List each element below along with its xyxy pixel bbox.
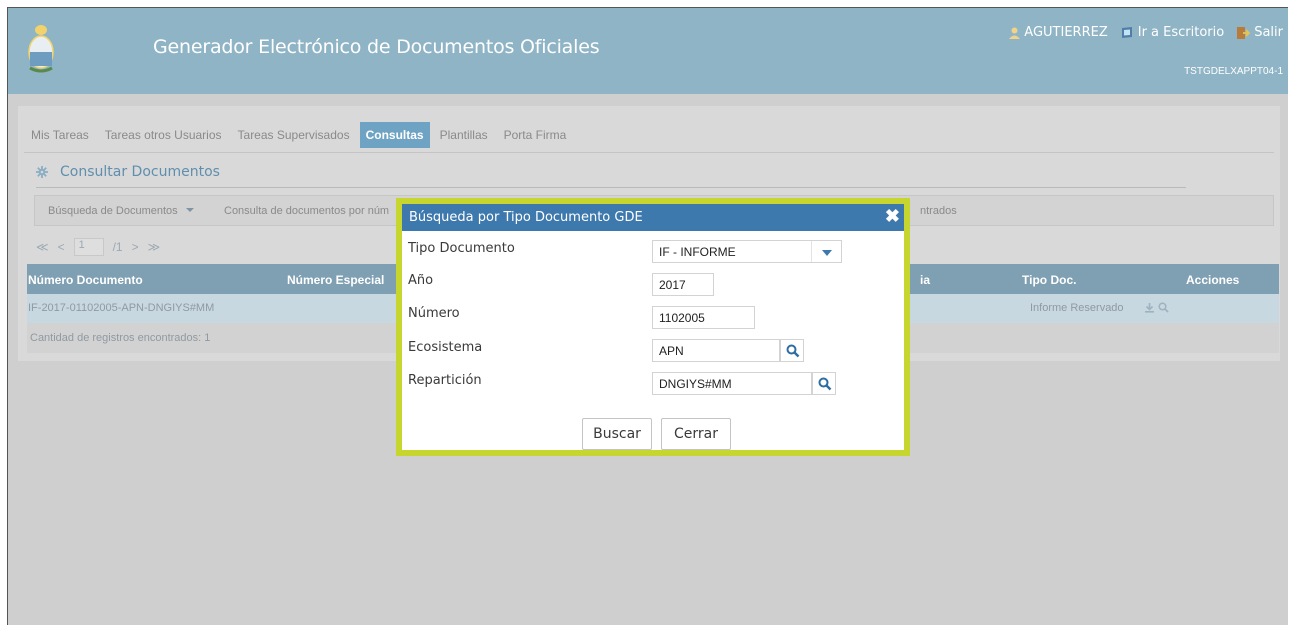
tab-divider (24, 152, 1274, 153)
salir-label: Salir (1254, 25, 1283, 40)
user-icon (1009, 27, 1021, 39)
cerrar-button[interactable]: Cerrar (661, 418, 731, 450)
reparticion-field[interactable]: DNGIYS#MM (652, 372, 812, 395)
tipo-documento-value: IF - INFORME (659, 245, 736, 259)
tab-porta-firma[interactable]: Porta Firma (498, 122, 573, 148)
dialog-header: Búsqueda por Tipo Documento GDE ✖ (402, 204, 904, 231)
dialog-body: Tipo Documento IF - INFORME Año 2017 Núm… (402, 231, 904, 450)
anio-field[interactable]: 2017 (652, 273, 714, 296)
row-numero-documento: IF-2017-01102005-APN-DNGIYS#MM (28, 302, 215, 314)
tab-consultas[interactable]: Consultas (359, 122, 430, 148)
next-page-button[interactable]: > (132, 240, 139, 254)
username: AGUTIERREZ (1024, 25, 1108, 40)
busqueda-dropdown[interactable]: Búsqueda de Documentos (48, 205, 195, 217)
escritorio-link[interactable]: Ir a Escritorio (1120, 25, 1224, 40)
row-tipo-doc: Informe Reservado (1030, 302, 1124, 314)
app-title: Generador Electrónico de Documentos Ofic… (153, 36, 600, 58)
section-header: Consultar Documentos (36, 164, 220, 180)
ecosistema-field[interactable]: APN (652, 339, 780, 362)
col-acciones: Acciones (1186, 273, 1240, 287)
search-icon (818, 377, 832, 391)
dialog-title: Búsqueda por Tipo Documento GDE (409, 210, 643, 225)
tab-plantillas[interactable]: Plantillas (434, 122, 494, 148)
anio-label: Año (408, 273, 434, 288)
desktop-icon (1121, 26, 1132, 38)
section-underline (36, 187, 1186, 188)
escritorio-label: Ir a Escritorio (1137, 25, 1225, 40)
pagination: ≪ < 1 /1 > ≫ (36, 238, 160, 256)
gear-icon (36, 166, 48, 178)
encontrados-link[interactable]: ntrados (920, 205, 957, 217)
consulta-numero-link[interactable]: Consulta de documentos por núm (224, 205, 389, 217)
app-header: Generador Electrónico de Documentos Ofic… (8, 8, 1288, 94)
tipo-documento-select[interactable]: IF - INFORME (652, 240, 842, 263)
salir-link[interactable]: Salir (1236, 25, 1283, 40)
caret-down-icon (185, 208, 194, 212)
prev-page-button[interactable]: < (58, 240, 65, 254)
search-icon (786, 344, 800, 358)
section-title: Consultar Documentos (60, 164, 220, 180)
first-page-button[interactable]: ≪ (36, 240, 49, 254)
hostname: TSTGDELXAPPT04-1 (1184, 66, 1283, 77)
row-actions (1144, 302, 1169, 316)
chevron-down-icon[interactable] (811, 241, 841, 262)
last-page-button[interactable]: ≫ (148, 240, 161, 254)
tab-bar: Mis Tareas Tareas otros Usuarios Tareas … (25, 122, 576, 148)
ecosistema-search-button[interactable] (780, 339, 804, 362)
search-icon[interactable] (1158, 302, 1169, 313)
col-numero-documento[interactable]: Número Documento (28, 273, 143, 287)
app-window: Generador Electrónico de Documentos Ofic… (7, 7, 1288, 625)
exit-icon (1237, 26, 1251, 39)
tab-tareas-supervisados[interactable]: Tareas Supervisados (232, 122, 356, 148)
close-icon[interactable]: ✖ (885, 207, 900, 225)
col-tipo-doc[interactable]: Tipo Doc. (1022, 273, 1076, 287)
numero-label: Número (408, 306, 460, 321)
user-link[interactable]: AGUTIERREZ (1009, 25, 1108, 40)
numero-field[interactable]: 1102005 (652, 306, 755, 329)
tipo-documento-label: Tipo Documento (408, 241, 515, 256)
busqueda-label: Búsqueda de Documentos (48, 205, 178, 217)
coat-of-arms-logo (28, 25, 54, 73)
tab-tareas-otros-usuarios[interactable]: Tareas otros Usuarios (99, 122, 228, 148)
records-count: Cantidad de registros encontrados: 1 (30, 332, 211, 344)
ecosistema-label: Ecosistema (408, 340, 483, 355)
reparticion-search-button[interactable] (812, 372, 836, 395)
user-links: AGUTIERREZ Ir a Escritorio Salir (1003, 25, 1283, 40)
download-icon[interactable] (1144, 302, 1155, 313)
buscar-button[interactable]: Buscar (582, 418, 652, 450)
col-partial[interactable]: ia (920, 273, 930, 287)
page-input[interactable]: 1 (73, 238, 104, 256)
col-numero-especial[interactable]: Número Especial (287, 273, 384, 287)
tab-mis-tareas[interactable]: Mis Tareas (25, 122, 95, 148)
busqueda-tipo-documento-dialog: Búsqueda por Tipo Documento GDE ✖ Tipo D… (396, 198, 910, 456)
page-total: /1 (112, 240, 123, 254)
reparticion-label: Repartición (408, 373, 482, 388)
